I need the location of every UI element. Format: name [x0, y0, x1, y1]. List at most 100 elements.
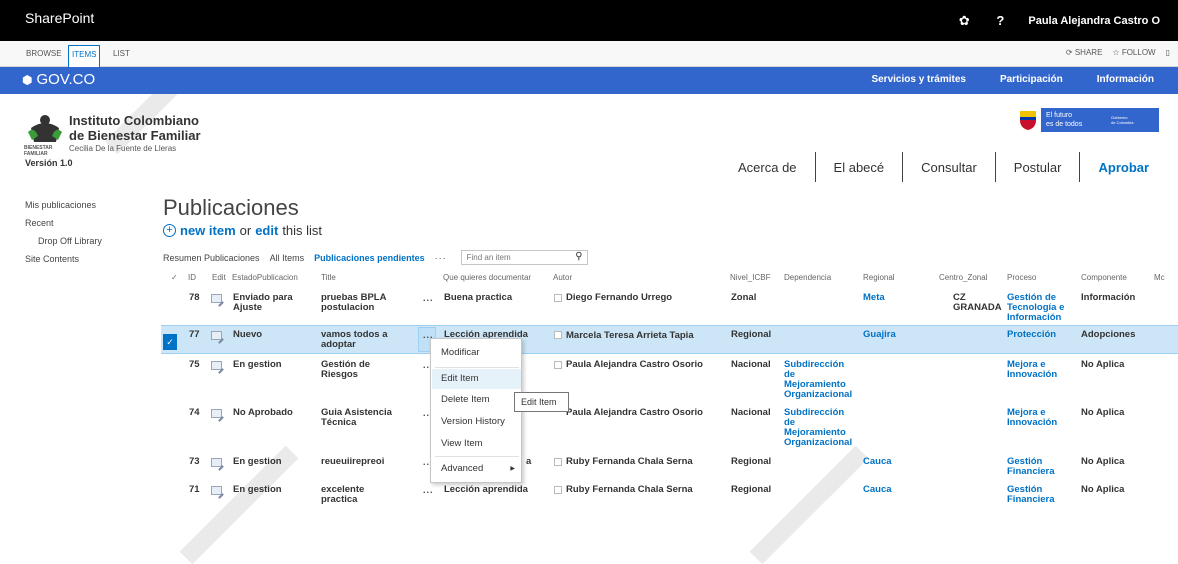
- col-centro-zonal[interactable]: Centro_Zonal: [939, 273, 987, 282]
- institute-name[interactable]: Instituto Colombiano de Bienestar Famili…: [69, 113, 201, 143]
- row-proceso[interactable]: Gestión Financiera: [1007, 457, 1055, 477]
- col-estado[interactable]: EstadoPublicacion: [232, 273, 298, 282]
- col-dependencia[interactable]: Dependencia: [784, 273, 831, 282]
- share-button[interactable]: ⟳ SHARE: [1066, 48, 1103, 57]
- row-autor: Paula Alejandra Castro Osorio: [566, 407, 703, 418]
- col-title[interactable]: Title: [321, 273, 336, 282]
- view-pendientes[interactable]: Publicaciones pendientes: [314, 253, 425, 263]
- row-regional[interactable]: Cauca: [863, 485, 892, 495]
- row-ellipsis-button[interactable]: ...: [423, 293, 434, 303]
- row-dependencia[interactable]: Subdirección de Mejoramiento Organizacional: [784, 408, 852, 448]
- view-resumen[interactable]: Resumen Publicaciones: [163, 253, 260, 263]
- tab-list[interactable]: LIST: [113, 49, 130, 58]
- col-autor[interactable]: Autor: [553, 273, 572, 282]
- row-id: 71: [189, 484, 200, 495]
- row-regional[interactable]: Meta: [863, 293, 885, 303]
- row-autor: Paula Alejandra Castro Osorio: [566, 359, 703, 370]
- gov-logo[interactable]: ⬢ GOV.CO: [22, 71, 95, 88]
- row-proceso[interactable]: Mejora e Innovación: [1007, 360, 1057, 380]
- col-id[interactable]: ID: [188, 273, 196, 282]
- nav-postular[interactable]: Postular: [996, 152, 1081, 182]
- gov-bar: ⬢ GOV.CO Servicios y trámites Participac…: [0, 67, 1178, 94]
- ql-mis-publicaciones[interactable]: Mis publicaciones: [25, 196, 135, 214]
- follow-button[interactable]: ☆ FOLLOW: [1112, 48, 1155, 57]
- row-componente: Información: [1081, 292, 1136, 303]
- col-select[interactable]: ✓: [171, 273, 178, 282]
- col-que-quieres[interactable]: Que quieres documentar: [443, 273, 531, 282]
- row-id: 73: [189, 456, 200, 467]
- user-name[interactable]: Paula Alejandra Castro O: [1018, 15, 1178, 27]
- row-id: 74: [189, 407, 200, 418]
- col-componente[interactable]: Componente: [1081, 273, 1127, 282]
- suite-right: ✿ ? Paula Alejandra Castro O: [946, 0, 1178, 41]
- add-icon[interactable]: +: [163, 224, 176, 237]
- row-title[interactable]: Gestión de Riesgos: [321, 360, 370, 380]
- row-estado: En gestion: [233, 359, 282, 370]
- edit-item-icon[interactable]: [211, 361, 222, 370]
- gobierno-label: Gobierno de Colombia: [1111, 115, 1133, 125]
- row-checkbox-checked-icon[interactable]: ✓: [163, 334, 177, 350]
- row-ellipsis-button[interactable]: ...: [423, 485, 434, 495]
- row-regional[interactable]: Guajira: [863, 330, 896, 340]
- row-regional[interactable]: Cauca: [863, 457, 892, 467]
- row-title[interactable]: vamos todos a adoptar: [321, 330, 388, 350]
- col-mc[interactable]: Mc: [1154, 273, 1165, 282]
- nav-el-abece[interactable]: El abecé: [816, 152, 904, 182]
- proceso-line2: Innovación: [1007, 369, 1058, 380]
- institute-subtitle: Cecilia De la Fuente de Lleras: [69, 144, 177, 153]
- menu-item-advanced[interactable]: Advanced ▶: [432, 459, 521, 479]
- row-proceso[interactable]: Mejora e Innovación: [1007, 408, 1057, 428]
- view-all-items[interactable]: All Items: [270, 253, 305, 263]
- row-componente: No Aplica: [1081, 456, 1125, 467]
- menu-item-view-item[interactable]: View Item: [432, 434, 521, 454]
- ql-recent[interactable]: Recent: [25, 214, 135, 232]
- autor-presence-icon: [554, 331, 562, 339]
- row-proceso[interactable]: Gestión de Tecnología e Información: [1007, 293, 1064, 323]
- menu-item-delete-item[interactable]: Delete Item: [432, 390, 521, 410]
- menu-item-version-history[interactable]: Version History: [432, 412, 521, 432]
- row-proceso[interactable]: Gestión Financiera: [1007, 485, 1055, 505]
- menu-divider: [435, 367, 519, 368]
- edit-item-icon[interactable]: [211, 409, 222, 418]
- row-title[interactable]: reueuiirepreoi: [321, 457, 384, 467]
- search-input[interactable]: Find an item ⚲: [460, 250, 588, 265]
- edit-item-icon[interactable]: [211, 294, 222, 303]
- tab-items[interactable]: ITEMS: [68, 45, 101, 67]
- gov-nav-informacion[interactable]: Información: [1097, 74, 1154, 85]
- nav-consultar[interactable]: Consultar: [903, 152, 996, 182]
- menu-item-modificar[interactable]: Modificar: [432, 343, 521, 363]
- help-icon[interactable]: ?: [982, 0, 1018, 41]
- gear-icon[interactable]: ✿: [946, 0, 982, 41]
- nav-aprobar[interactable]: Aprobar: [1080, 152, 1167, 182]
- col-regional[interactable]: Regional: [863, 273, 895, 282]
- search-placeholder: Find an item: [466, 253, 511, 262]
- edit-list-link[interactable]: edit: [255, 223, 278, 238]
- search-icon[interactable]: ⚲: [575, 251, 582, 262]
- edit-item-icon[interactable]: [211, 486, 222, 495]
- row-dependencia[interactable]: Subdirección de Mejoramiento Organizacional: [784, 360, 852, 400]
- col-edit[interactable]: Edit: [212, 273, 226, 282]
- gov-nav-participacion[interactable]: Participación: [1000, 74, 1063, 85]
- row-title[interactable]: excelente practica: [321, 485, 364, 505]
- col-nivel[interactable]: Nivel_ICBF: [730, 273, 770, 282]
- title-line2: adoptar: [321, 339, 356, 350]
- menu-item-edit-item[interactable]: Edit Item: [432, 369, 521, 389]
- row-title[interactable]: pruebas BPLA postulacion: [321, 293, 386, 313]
- edit-item-icon[interactable]: [211, 458, 222, 467]
- row-title[interactable]: Guia Asistencia Técnica: [321, 408, 392, 428]
- sharepoint-brand[interactable]: SharePoint: [25, 10, 94, 26]
- focus-icon[interactable]: ▯: [1166, 48, 1170, 57]
- edit-item-icon[interactable]: [211, 331, 222, 340]
- row-proceso[interactable]: Protección: [1007, 330, 1056, 340]
- ql-drop-off-library[interactable]: Drop Off Library: [25, 232, 135, 250]
- ql-site-contents[interactable]: Site Contents: [25, 250, 135, 268]
- new-item-link[interactable]: new item: [180, 223, 236, 238]
- top-nav: Acerca de El abecé Consultar Postular Ap…: [720, 152, 1167, 182]
- col-proceso[interactable]: Proceso: [1007, 273, 1036, 282]
- more-views-button[interactable]: ···: [435, 253, 447, 263]
- share-label: SHARE: [1074, 48, 1103, 57]
- tab-browse[interactable]: BROWSE: [26, 49, 62, 58]
- row-componente: Adopciones: [1081, 329, 1136, 340]
- nav-acerca-de[interactable]: Acerca de: [720, 152, 816, 182]
- gov-nav-servicios[interactable]: Servicios y trámites: [871, 74, 966, 85]
